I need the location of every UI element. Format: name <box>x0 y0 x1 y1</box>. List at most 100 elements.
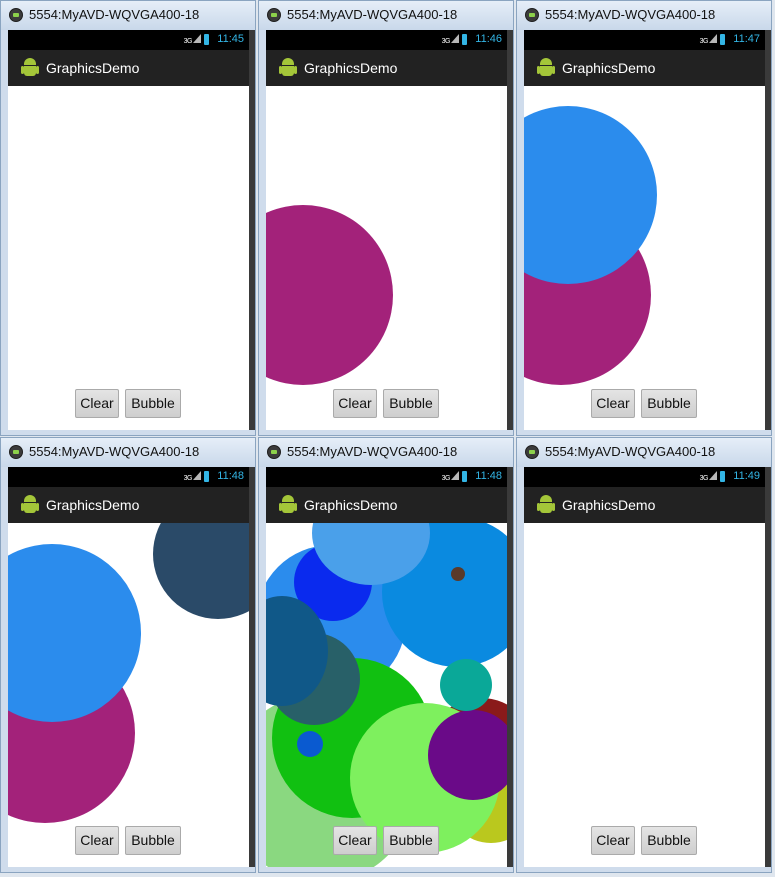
button-bar: Clear Bubble <box>524 389 765 419</box>
action-bar: GraphicsDemo <box>524 487 765 523</box>
signal-icon: 3G <box>700 471 717 482</box>
device-screen: 3G 11:47 GraphicsDemo Clear Bubble <box>524 30 765 430</box>
emulator-window-2: 5554:MyAVD-WQVGA400-18 3G 11:46 Graphics… <box>258 0 514 436</box>
window-titlebar[interactable]: 5554:MyAVD-WQVGA400-18 <box>517 1 771 30</box>
status-clock: 11:46 <box>475 33 502 45</box>
signal-icon: 3G <box>184 471 201 482</box>
android-icon <box>21 495 39 515</box>
emulator-edge <box>507 30 513 430</box>
signal-icon: 3G <box>442 471 459 482</box>
status-clock: 11:48 <box>217 470 244 482</box>
emulator-window-5: 5554:MyAVD-WQVGA400-18 3G 11:48 Graphics… <box>258 437 514 873</box>
button-bar: Clear Bubble <box>266 826 507 856</box>
android-icon <box>279 58 297 78</box>
clear-button[interactable]: Clear <box>591 389 635 418</box>
emulator-edge <box>507 467 513 867</box>
window-title: 5554:MyAVD-WQVGA400-18 <box>29 7 200 22</box>
device-screen: 3G 11:48 GraphicsDemo Clear Bubble <box>266 467 507 867</box>
battery-icon <box>720 34 725 45</box>
status-clock: 11:49 <box>733 470 760 482</box>
drawing-canvas[interactable] <box>8 86 249 430</box>
window-titlebar[interactable]: 5554:MyAVD-WQVGA400-18 <box>259 438 513 467</box>
status-bar: 3G 11:47 <box>524 30 765 50</box>
emulator-window-6: 5554:MyAVD-WQVGA400-18 3G 11:49 Graphics… <box>516 437 772 873</box>
bubble <box>266 205 393 385</box>
status-bar: 3G 11:48 <box>8 467 249 487</box>
clear-button[interactable]: Clear <box>333 389 377 418</box>
bubble <box>297 731 323 757</box>
signal-icon: 3G <box>442 34 459 45</box>
signal-icon: 3G <box>184 34 201 45</box>
device-screen: 3G 11:46 GraphicsDemo Clear Bubble <box>266 30 507 430</box>
window-title: 5554:MyAVD-WQVGA400-18 <box>287 444 458 459</box>
clear-button[interactable]: Clear <box>75 389 119 418</box>
action-bar: GraphicsDemo <box>266 487 507 523</box>
device-screen: 3G 11:49 GraphicsDemo Clear Bubble <box>524 467 765 867</box>
action-bar: GraphicsDemo <box>266 50 507 86</box>
window-titlebar[interactable]: 5554:MyAVD-WQVGA400-18 <box>517 438 771 467</box>
bubble-button[interactable]: Bubble <box>383 389 439 418</box>
status-bar: 3G 11:48 <box>266 467 507 487</box>
window-titlebar[interactable]: 5554:MyAVD-WQVGA400-18 <box>259 1 513 30</box>
window-title: 5554:MyAVD-WQVGA400-18 <box>287 7 458 22</box>
status-clock: 11:47 <box>733 33 760 45</box>
drawing-canvas[interactable] <box>266 523 507 867</box>
app-title: GraphicsDemo <box>46 497 140 513</box>
bubble-button[interactable]: Bubble <box>125 389 181 418</box>
clear-button[interactable]: Clear <box>75 826 119 855</box>
bubble <box>440 659 492 711</box>
clear-button[interactable]: Clear <box>591 826 635 855</box>
emulator-edge <box>765 30 771 430</box>
bubble-button[interactable]: Bubble <box>641 389 697 418</box>
status-bar: 3G 11:45 <box>8 30 249 50</box>
android-icon <box>537 495 555 515</box>
window-titlebar[interactable]: 5554:MyAVD-WQVGA400-18 <box>1 438 255 467</box>
action-bar: GraphicsDemo <box>524 50 765 86</box>
emulator-icon <box>9 8 23 22</box>
drawing-canvas[interactable] <box>266 86 507 430</box>
window-title: 5554:MyAVD-WQVGA400-18 <box>545 7 716 22</box>
window-title: 5554:MyAVD-WQVGA400-18 <box>29 444 200 459</box>
bubble <box>451 567 465 581</box>
button-bar: Clear Bubble <box>266 389 507 419</box>
emulator-edge <box>765 467 771 867</box>
app-title: GraphicsDemo <box>562 60 656 76</box>
drawing-canvas[interactable] <box>524 523 765 867</box>
button-bar: Clear Bubble <box>524 826 765 856</box>
status-clock: 11:45 <box>217 33 244 45</box>
device-screen: 3G 11:48 GraphicsDemo Clear Bubble <box>8 467 249 867</box>
android-icon <box>21 58 39 78</box>
emulator-icon <box>267 8 281 22</box>
emulator-icon <box>9 445 23 459</box>
emulator-icon <box>525 445 539 459</box>
app-title: GraphicsDemo <box>304 497 398 513</box>
device-screen: 3G 11:45 GraphicsDemo Clear Bubble <box>8 30 249 430</box>
bubble <box>153 523 249 619</box>
app-title: GraphicsDemo <box>46 60 140 76</box>
button-bar: Clear Bubble <box>8 389 249 419</box>
android-icon <box>279 495 297 515</box>
status-clock: 11:48 <box>475 470 502 482</box>
battery-icon <box>462 34 467 45</box>
emulator-window-3: 5554:MyAVD-WQVGA400-18 3G 11:47 Graphics… <box>516 0 772 436</box>
window-titlebar[interactable]: 5554:MyAVD-WQVGA400-18 <box>1 1 255 30</box>
action-bar: GraphicsDemo <box>8 50 249 86</box>
android-icon <box>537 58 555 78</box>
app-title: GraphicsDemo <box>562 497 656 513</box>
clear-button[interactable]: Clear <box>333 826 377 855</box>
bubble-button[interactable]: Bubble <box>641 826 697 855</box>
bubble-button[interactable]: Bubble <box>125 826 181 855</box>
battery-icon <box>720 471 725 482</box>
status-bar: 3G 11:46 <box>266 30 507 50</box>
bubble-button[interactable]: Bubble <box>383 826 439 855</box>
battery-icon <box>204 471 209 482</box>
status-bar: 3G 11:49 <box>524 467 765 487</box>
emulator-window-4: 5554:MyAVD-WQVGA400-18 3G 11:48 Graphics… <box>0 437 256 873</box>
emulator-icon <box>525 8 539 22</box>
drawing-canvas[interactable] <box>524 86 765 430</box>
drawing-canvas[interactable] <box>8 523 249 867</box>
emulator-edge <box>249 467 255 867</box>
battery-icon <box>204 34 209 45</box>
action-bar: GraphicsDemo <box>8 487 249 523</box>
emulator-edge <box>249 30 255 430</box>
